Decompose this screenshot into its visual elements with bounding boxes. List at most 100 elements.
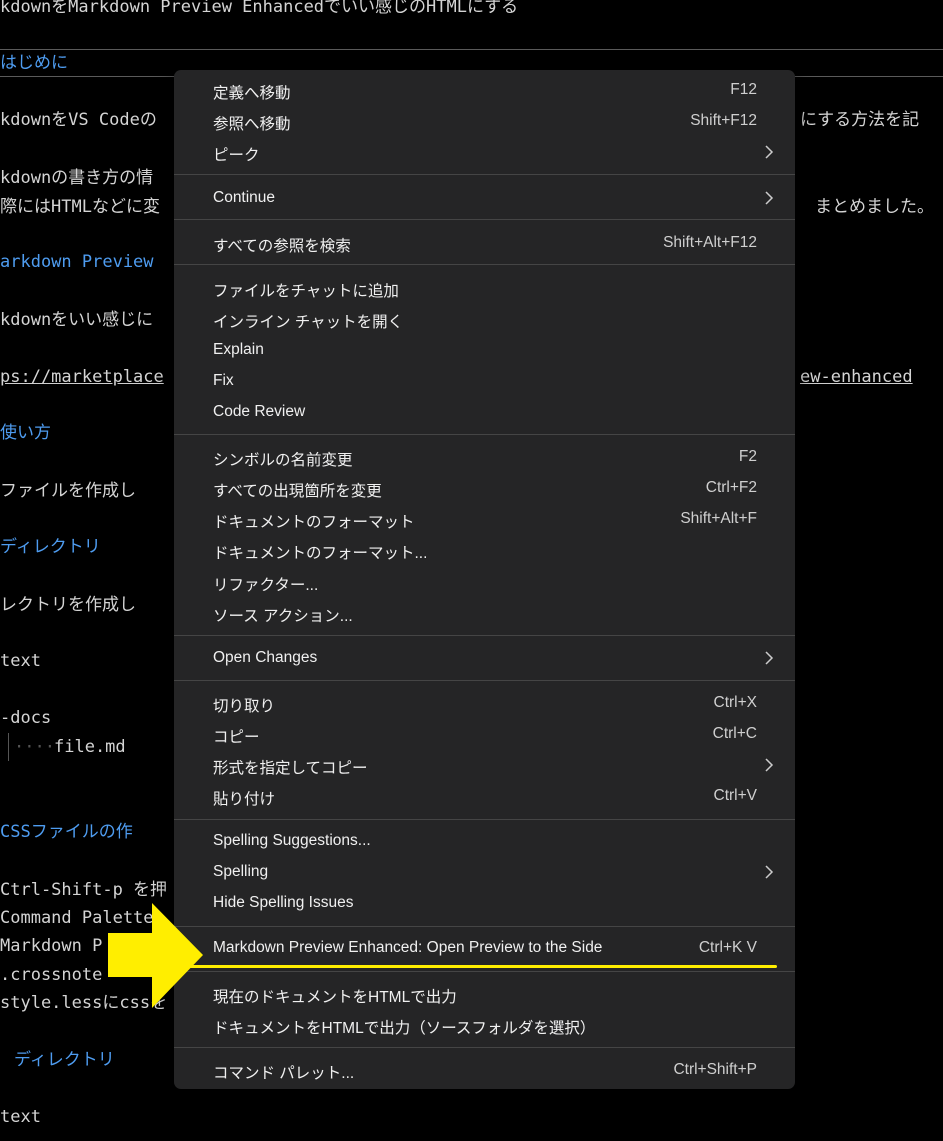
menu-item-go-to-definition[interactable]: 定義へ移動 F12 xyxy=(174,75,795,106)
menu-item-shortcut: Shift+Alt+F xyxy=(680,510,757,527)
menu-item-find-all-references[interactable]: すべての参照を検索 Shift+Alt+F12 xyxy=(174,228,795,259)
menu-item-label: リファクター... xyxy=(213,577,319,594)
heading-rule xyxy=(0,49,943,50)
editor-heading: ディレクトリ xyxy=(14,1050,115,1070)
menu-separator xyxy=(174,635,795,636)
menu-separator xyxy=(174,819,795,820)
menu-item-label: コピー xyxy=(213,729,260,746)
editor-link[interactable]: ps://marketplace xyxy=(0,367,164,387)
editor-heading: arkdown Preview xyxy=(0,252,154,272)
menu-item-command-palette[interactable]: コマンド パレット... Ctrl+Shift+P xyxy=(174,1055,795,1086)
editor-heading: はじめに xyxy=(0,53,68,73)
menu-item-source-action[interactable]: ソース アクション... xyxy=(174,598,795,629)
menu-item-label: Spelling Suggestions... xyxy=(213,832,371,849)
editor-line: レクトリを作成し xyxy=(0,595,136,615)
menu-item-explain[interactable]: Explain xyxy=(174,335,795,366)
editor-line: Markdown P xyxy=(0,936,103,956)
menu-item-refactor[interactable]: リファクター... xyxy=(174,567,795,598)
menu-item-go-to-references[interactable]: 参照へ移動 Shift+F12 xyxy=(174,106,795,137)
menu-item-peek[interactable]: ピーク xyxy=(174,137,795,168)
menu-item-shortcut: F2 xyxy=(738,448,757,465)
code-line: file.md xyxy=(54,737,126,757)
menu-item-shortcut: Ctrl+F2 xyxy=(705,479,757,496)
editor-line: kdownをいい感じに xyxy=(0,310,154,330)
menu-item-shortcut: Shift+F12 xyxy=(690,112,757,129)
menu-item-fix[interactable]: Fix xyxy=(174,366,795,397)
menu-item-label: すべての参照を検索 xyxy=(213,238,351,255)
editor-line: kdownをVS Codeの xyxy=(0,110,157,130)
menu-item-add-file-to-chat[interactable]: ファイルをチャットに追加 xyxy=(174,273,795,304)
menu-item-label: Markdown Preview Enhanced: Open Preview … xyxy=(213,939,603,956)
menu-item-label: インライン チャットを開く xyxy=(213,314,404,331)
menu-item-label: 貼り付け xyxy=(213,791,276,808)
chevron-right-icon xyxy=(765,651,774,665)
menu-item-label: 現在のドキュメントをHTMLで出力 xyxy=(213,989,457,1006)
chevron-right-icon xyxy=(765,191,774,205)
menu-item-label: ピーク xyxy=(213,147,260,164)
menu-item-label: Fix xyxy=(213,372,234,389)
highlight-underline xyxy=(183,965,777,968)
menu-item-shortcut: Ctrl+V xyxy=(713,787,758,804)
menu-item-format-document-with[interactable]: ドキュメントのフォーマット... xyxy=(174,535,795,566)
menu-item-shortcut: Shift+Alt+F12 xyxy=(663,234,757,251)
editor-line: kdownをMarkdown Preview Enhancedでいい感じのHTM… xyxy=(0,0,519,17)
tree-guide xyxy=(8,733,9,761)
menu-item-label: ファイルをチャットに追加 xyxy=(213,283,399,300)
menu-item-shortcut: Ctrl+X xyxy=(713,694,758,711)
menu-item-mpe-open-preview-side[interactable]: Markdown Preview Enhanced: Open Preview … xyxy=(174,933,795,964)
editor-heading: CSSファイルの作 xyxy=(0,822,133,842)
chevron-right-icon xyxy=(765,865,774,879)
menu-item-spelling-suggestions[interactable]: Spelling Suggestions... xyxy=(174,826,795,857)
menu-item-shortcut: Ctrl+K V xyxy=(698,939,757,956)
code-line: text xyxy=(0,1107,41,1127)
menu-item-hide-spelling-issues[interactable]: Hide Spelling Issues xyxy=(174,888,795,919)
editor-line: ファイルを作成し xyxy=(0,481,136,501)
menu-item-label: シンボルの名前変更 xyxy=(213,452,353,469)
menu-item-format-document[interactable]: ドキュメントのフォーマット Shift+Alt+F xyxy=(174,504,795,535)
menu-item-spelling[interactable]: Spelling xyxy=(174,857,795,888)
menu-separator xyxy=(174,971,795,972)
menu-item-copy-as[interactable]: 形式を指定してコピー xyxy=(174,750,795,781)
menu-item-shortcut: Ctrl+Shift+P xyxy=(673,1061,757,1078)
editor-line: 際にはHTMLなどに変 xyxy=(0,197,160,217)
menu-separator xyxy=(174,1047,795,1048)
menu-separator xyxy=(174,434,795,435)
menu-item-label: Hide Spelling Issues xyxy=(213,894,354,911)
chevron-right-icon xyxy=(765,145,774,159)
chevron-right-icon xyxy=(765,758,774,772)
menu-item-copy[interactable]: コピー Ctrl+C xyxy=(174,719,795,750)
editor-heading: 使い方 xyxy=(0,423,51,443)
menu-item-label: ソース アクション... xyxy=(213,608,353,625)
menu-item-cut[interactable]: 切り取り Ctrl+X xyxy=(174,688,795,719)
menu-item-open-changes[interactable]: Open Changes xyxy=(174,643,795,674)
menu-item-export-html-select-folder[interactable]: ドキュメントをHTMLで出力（ソースフォルダを選択） xyxy=(174,1010,795,1041)
editor-link[interactable]: ew-enhanced xyxy=(800,367,913,387)
menu-item-continue[interactable]: Continue xyxy=(174,183,795,214)
editor-line: Ctrl-Shift-p を押 xyxy=(0,880,168,900)
menu-item-label: コマンド パレット... xyxy=(213,1065,355,1082)
arrow-right-icon xyxy=(108,903,203,1008)
menu-item-open-inline-chat[interactable]: インライン チャットを開く xyxy=(174,304,795,335)
menu-item-code-review[interactable]: Code Review xyxy=(174,397,795,428)
menu-separator xyxy=(174,926,795,927)
menu-item-rename-symbol[interactable]: シンボルの名前変更 F2 xyxy=(174,442,795,473)
editor-line: まとめました。 xyxy=(815,197,934,217)
menu-separator xyxy=(174,264,795,265)
menu-item-label: Explain xyxy=(213,341,264,358)
menu-item-paste[interactable]: 貼り付け Ctrl+V xyxy=(174,781,795,812)
code-line: -docs xyxy=(0,708,52,728)
menu-item-change-all-occurrences[interactable]: すべての出現箇所を変更 Ctrl+F2 xyxy=(174,473,795,504)
editor-line: kdownの書き方の情 xyxy=(0,168,154,188)
context-menu: 定義へ移動 F12 参照へ移動 Shift+F12 ピーク Continue す… xyxy=(174,70,795,1089)
menu-item-label: すべての出現箇所を変更 xyxy=(213,483,382,500)
menu-separator xyxy=(174,680,795,681)
code-line: text xyxy=(0,651,41,671)
menu-item-label: ドキュメントのフォーマット... xyxy=(213,545,428,562)
menu-item-export-html[interactable]: 現在のドキュメントをHTMLで出力 xyxy=(174,979,795,1010)
indent-dots: ···· xyxy=(14,737,55,757)
editor-line: .crossnote xyxy=(0,965,103,985)
menu-separator xyxy=(174,174,795,175)
menu-item-label: Open Changes xyxy=(213,649,318,666)
menu-item-shortcut: Ctrl+C xyxy=(712,725,757,742)
menu-item-label: 参照へ移動 xyxy=(213,116,291,133)
